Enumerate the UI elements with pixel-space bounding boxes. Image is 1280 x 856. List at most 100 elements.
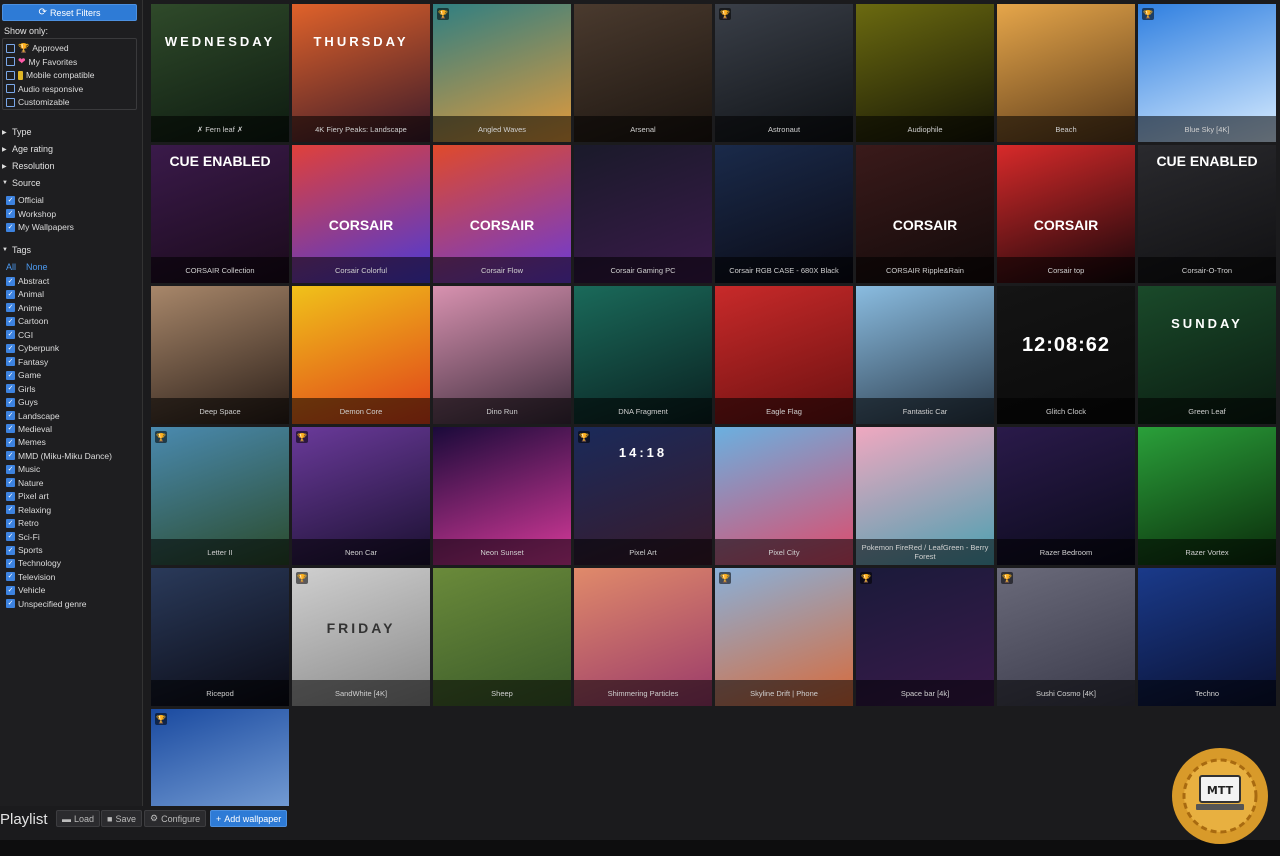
wallpaper-tile[interactable]: Shimmering Particles [574,568,712,706]
wallpaper-tile[interactable]: Razer Bedroom [997,427,1135,565]
wallpaper-tile[interactable]: Techno [1138,568,1276,706]
source-option[interactable]: Official [6,194,44,206]
configure-button[interactable]: ⚙ Configure [144,810,207,827]
add-wallpaper-button[interactable]: + Add wallpaper [210,810,288,827]
checkbox[interactable] [6,505,15,515]
checkbox[interactable] [6,572,15,582]
checkbox[interactable] [6,195,15,205]
wallpaper-tile[interactable]: Arsenal [574,4,712,142]
wallpaper-tile[interactable]: 🏆 Sushi Cosmo [4K] [997,568,1135,706]
wallpaper-tile[interactable]: Neon Sunset [433,427,571,565]
checkbox[interactable] [6,585,15,595]
wallpaper-tile[interactable]: FRIDAY 🏆 SandWhite [4K] [292,568,430,706]
tag-option[interactable]: Girls [6,383,35,395]
checkbox[interactable] [6,397,15,407]
reset-filters-button[interactable]: ⟳ Reset Filters [2,4,137,21]
checkbox[interactable] [6,518,15,528]
checkbox[interactable] [6,330,15,340]
tag-option[interactable]: Television [6,571,55,583]
wallpaper-tile[interactable]: 🏆 Space bar [4k] [856,568,994,706]
tag-option[interactable]: MMD (Miku-Miku Dance) [6,450,112,462]
checkbox[interactable] [6,97,15,107]
show-only-option[interactable]: 🏆 Approved [6,42,69,54]
wallpaper-tile[interactable]: DNA Fragment [574,286,712,424]
checkbox[interactable] [6,558,15,568]
wallpaper-tile[interactable]: Beach [997,4,1135,142]
show-only-option[interactable]: Mobile compatible [6,69,95,81]
load-button[interactable]: ▬ Load [56,810,101,827]
wallpaper-tile[interactable]: Corsair Gaming PC [574,145,712,283]
wallpaper-tile[interactable]: Eagle Flag [715,286,853,424]
checkbox[interactable] [6,491,15,501]
show-only-option[interactable]: Customizable [6,96,70,108]
tag-option[interactable]: Anime [6,302,42,314]
checkbox[interactable] [6,545,15,555]
section-tags[interactable]: ▼ Tags [2,245,31,255]
wallpaper-tile[interactable]: CORSAIR CORSAIR Ripple&Rain [856,145,994,283]
wallpaper-tile[interactable]: 🏆 Astronaut [715,4,853,142]
checkbox[interactable] [6,411,15,420]
checkbox[interactable] [6,222,15,232]
save-button[interactable]: ■ Save [101,810,142,827]
tag-option[interactable]: CGI [6,329,33,341]
wallpaper-tile[interactable]: 🏆 Letter II [151,427,289,565]
tag-option[interactable]: Animal [6,288,44,300]
wallpaper-tile[interactable]: Demon Core [292,286,430,424]
wallpaper-tile[interactable]: 🏆 Neon Car [292,427,430,565]
wallpaper-tile[interactable]: Fantastic Car [856,286,994,424]
wallpaper-tile[interactable]: Pixel City [715,427,853,565]
wallpaper-tile[interactable]: Razer Vortex [1138,427,1276,565]
tag-option[interactable]: Medieval [6,423,52,435]
show-only-option[interactable]: Audio responsive [6,83,83,95]
checkbox[interactable] [6,451,15,461]
tag-option[interactable]: Relaxing [6,504,51,516]
checkbox[interactable] [6,424,15,434]
checkbox[interactable] [6,599,15,609]
tag-option[interactable]: Retro [6,517,39,529]
tag-option[interactable]: Cyberpunk [6,342,59,354]
wallpaper-tile[interactable]: 14:18 🏆 Pixel Art [574,427,712,565]
tag-option[interactable]: Memes [6,436,46,448]
tag-option[interactable]: Sports [6,544,43,556]
source-option[interactable]: My Wallpapers [6,221,74,233]
wallpaper-tile[interactable]: Pokemon FireRed / LeafGreen - Berry Fore… [856,427,994,565]
checkbox[interactable] [6,384,15,394]
tag-option[interactable]: Abstract [6,275,49,287]
tags-all-link[interactable]: All [6,262,16,272]
section-source[interactable]: ▼ Source [2,178,41,188]
checkbox[interactable] [6,343,15,353]
checkbox[interactable] [6,303,15,313]
section-age-rating[interactable]: ▶ Age rating [2,144,53,154]
checkbox[interactable] [6,289,15,299]
wallpaper-tile[interactable]: Corsair RGB CASE - 680X Black [715,145,853,283]
tag-option[interactable]: Unspecified genre [6,598,87,610]
tag-option[interactable]: Guys [6,396,38,408]
wallpaper-tile[interactable]: 12:08:62 Glitch Clock [997,286,1135,424]
checkbox[interactable] [6,209,15,218]
checkbox[interactable] [6,478,15,488]
checkbox[interactable] [6,357,15,367]
wallpaper-tile[interactable]: CORSAIR Corsair top [997,145,1135,283]
tag-option[interactable]: Cartoon [6,315,48,327]
wallpaper-tile[interactable]: 🏆 Skyline Drift | Phone [715,568,853,706]
tag-option[interactable]: Nature [6,477,44,489]
tag-option[interactable]: Fantasy [6,356,48,368]
tag-option[interactable]: Landscape [6,410,60,422]
wallpaper-tile[interactable]: Audiophile [856,4,994,142]
checkbox[interactable] [6,43,15,53]
checkbox[interactable] [6,532,15,542]
tag-option[interactable]: Pixel art [6,490,49,502]
wallpaper-tile[interactable]: Deep Space [151,286,289,424]
wallpaper-tile[interactable]: 🏆 Blue Sky [4K] [1138,4,1276,142]
checkbox[interactable] [6,316,15,326]
wallpaper-tile[interactable]: SUNDAY Green Leaf [1138,286,1276,424]
wallpaper-tile[interactable]: CORSAIR Corsair Colorful [292,145,430,283]
wallpaper-tile[interactable]: Dino Run [433,286,571,424]
tags-none-link[interactable]: None [26,262,48,272]
checkbox[interactable] [6,437,15,447]
wallpaper-tile[interactable]: Sheep [433,568,571,706]
show-only-option[interactable]: ❤ My Favorites [6,56,77,68]
wallpaper-tile[interactable]: Ricepod [151,568,289,706]
wallpaper-tile[interactable]: CUE ENABLED Corsair-O-Tron [1138,145,1276,283]
wallpaper-tile[interactable]: CUE ENABLED CORSAIR Collection [151,145,289,283]
